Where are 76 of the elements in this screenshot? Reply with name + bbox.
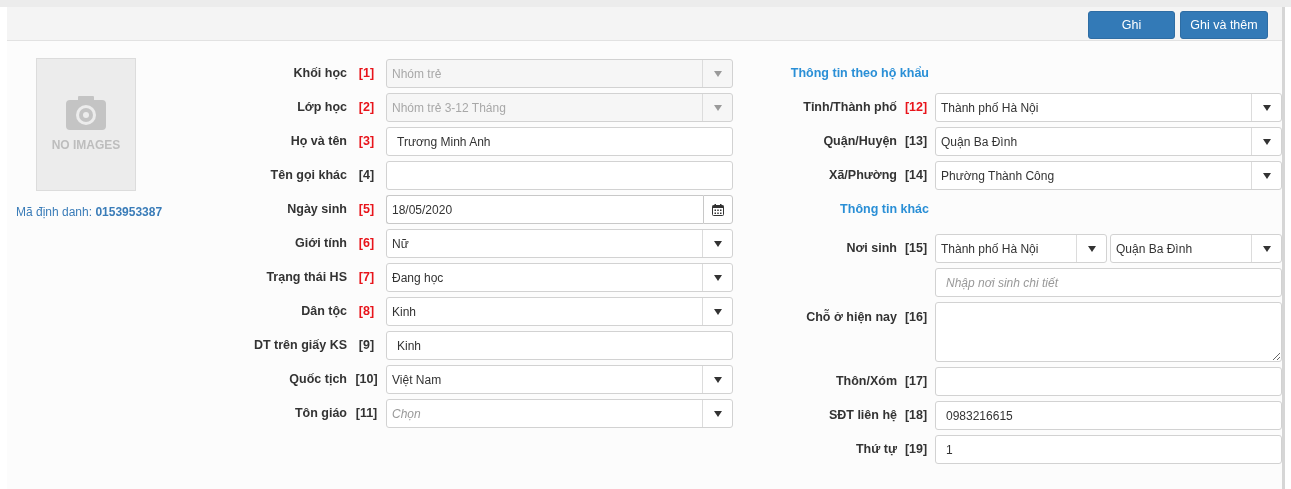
field-label: Lớp học: [296, 99, 347, 117]
text-field[interactable]: 0983216615: [935, 401, 1282, 430]
field-number: [16]: [903, 309, 929, 326]
field-label: Tôn giáo: [293, 405, 347, 423]
text-field[interactable]: 1: [935, 435, 1282, 464]
section-heading: Thông tin theo hộ khẩu: [789, 65, 930, 83]
field-number: [6]: [357, 235, 376, 253]
field-number: [17]: [903, 373, 929, 391]
field-number: [19]: [903, 441, 929, 459]
caret-icon: [1262, 138, 1271, 145]
field-number: [7]: [357, 269, 376, 287]
field-number: [14]: [903, 167, 929, 185]
student-id: Mã định danh: 0153953387: [16, 204, 163, 221]
caret-icon: [713, 240, 722, 247]
field-number: [3]: [357, 133, 376, 151]
save-and-add-button[interactable]: Ghi và thêm: [1180, 11, 1268, 39]
caret-icon: [1262, 245, 1271, 252]
field-label: Thôn/Xóm: [834, 373, 897, 391]
calendar-icon: [712, 203, 724, 216]
dropdown[interactable]: Việt Nam: [386, 365, 733, 394]
field-number: [4]: [357, 167, 376, 185]
field-label: Tỉnh/Thành phố: [802, 99, 897, 117]
section-heading: Thông tin khác: [839, 201, 930, 219]
field-label: Quận/Huyện: [822, 133, 897, 151]
field-label: DT trên giấy KS: [252, 337, 347, 355]
dropdown[interactable]: Thành phố Hà Nội: [935, 93, 1282, 122]
dropdown[interactable]: Kinh: [386, 297, 733, 326]
field-label: Khối học: [292, 65, 347, 83]
field-label: Quốc tịch: [288, 371, 347, 389]
field-number: [5]: [357, 201, 376, 219]
dropdown[interactable]: Quận Ba Đình: [1110, 234, 1282, 263]
field-number: [15]: [903, 240, 929, 258]
field-label: Thứ tự: [855, 441, 897, 459]
text-area[interactable]: [935, 302, 1282, 362]
field-number: [18]: [903, 407, 929, 425]
field-label: Trạng thái HS: [265, 269, 347, 287]
field-number: [1]: [357, 65, 376, 83]
field-number: [13]: [903, 133, 929, 151]
dropdown[interactable]: Quận Ba Đình: [935, 127, 1282, 156]
field-label: Chỗ ở hiện nay: [805, 308, 897, 326]
field-label: Tên gọi khác: [269, 167, 347, 185]
dropdown[interactable]: Đang học: [386, 263, 733, 292]
field-label: SĐT liên hệ: [827, 407, 897, 425]
date-field[interactable]: 18/05/2020: [386, 195, 703, 224]
field-label: Nơi sinh: [845, 240, 897, 258]
camera-icon: [66, 95, 106, 130]
text-field[interactable]: [935, 367, 1282, 396]
field-number: [8]: [357, 303, 376, 321]
save-button[interactable]: Ghi: [1088, 11, 1175, 39]
calendar-button[interactable]: [703, 195, 733, 224]
text-field[interactable]: Kinh: [386, 331, 733, 360]
caret-icon: [713, 410, 722, 417]
field-label: Ngày sinh: [286, 201, 347, 219]
dropdown[interactable]: Phường Thành Công: [935, 161, 1282, 190]
dropdown[interactable]: Nữ: [386, 229, 733, 258]
caret-icon: [1262, 172, 1271, 179]
field-number: [11]: [354, 405, 379, 423]
field-number: [9]: [357, 337, 376, 355]
caret-icon: [1262, 104, 1271, 111]
field-number: [12]: [903, 99, 929, 117]
text-field[interactable]: [386, 161, 733, 190]
dropdown[interactable]: Thành phố Hà Nội: [935, 234, 1107, 263]
field-label: Dân tộc: [300, 303, 347, 321]
caret-icon: [1087, 245, 1096, 252]
field-number: [2]: [357, 99, 376, 117]
caret-icon: [713, 104, 722, 111]
caret-icon: [713, 70, 722, 77]
text-field[interactable]: Nhập nơi sinh chi tiết: [935, 268, 1282, 297]
caret-icon: [713, 308, 722, 315]
field-label: Xã/Phường: [828, 167, 897, 185]
field-label: Họ và tên: [289, 133, 347, 151]
field-number: [10]: [354, 371, 379, 389]
caret-icon: [713, 274, 722, 281]
text-field[interactable]: Trương Minh Anh: [386, 127, 733, 156]
field-label: Giới tính: [294, 235, 347, 253]
caret-icon: [713, 376, 722, 383]
